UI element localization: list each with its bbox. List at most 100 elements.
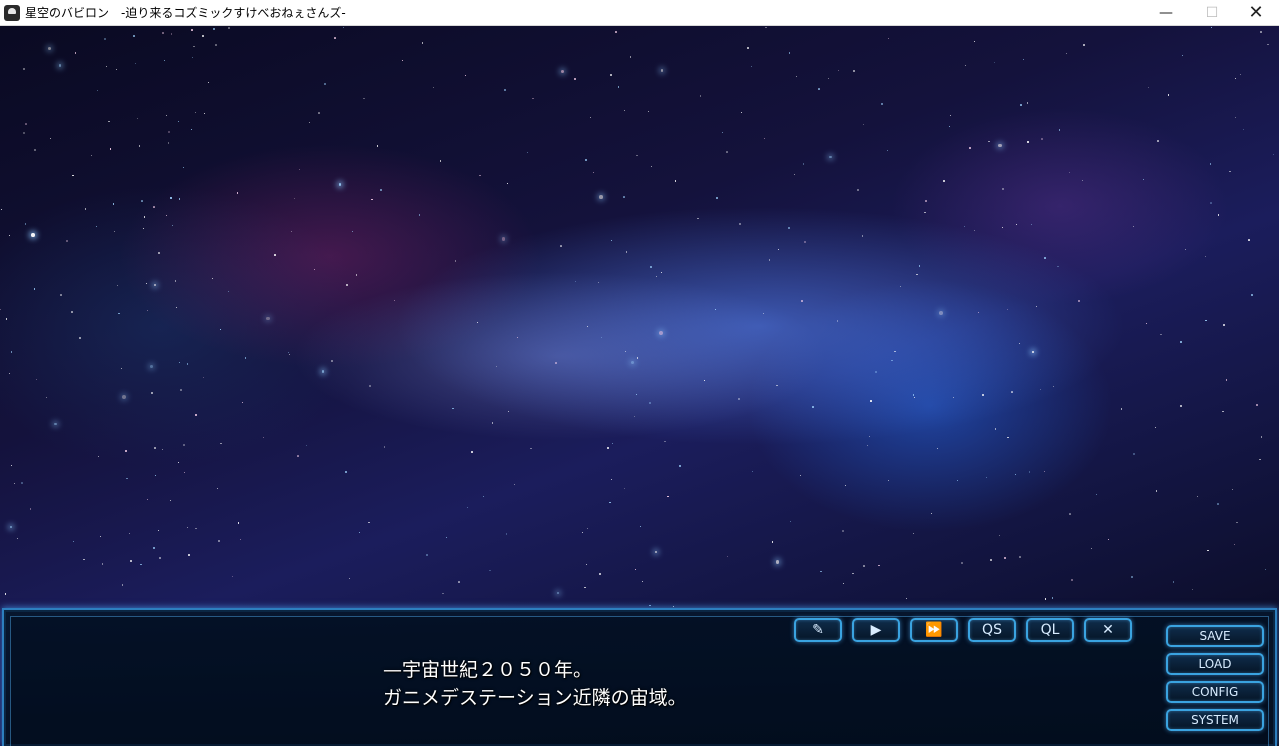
star xyxy=(1019,556,1021,559)
star xyxy=(738,398,741,401)
star xyxy=(803,240,806,243)
star xyxy=(202,376,205,379)
star xyxy=(191,29,193,31)
app-icon xyxy=(4,5,20,21)
star xyxy=(1032,351,1035,354)
star xyxy=(1197,496,1199,498)
star xyxy=(988,140,991,143)
star xyxy=(747,46,749,49)
star xyxy=(740,111,742,114)
star xyxy=(800,474,802,476)
config-button[interactable]: CONFIG xyxy=(1166,681,1264,703)
maximize-button[interactable]: ☐ xyxy=(1189,0,1235,26)
star xyxy=(555,362,557,365)
star xyxy=(878,564,880,567)
save-button[interactable]: SAVE xyxy=(1166,625,1264,647)
star xyxy=(1256,403,1259,406)
star xyxy=(557,592,560,595)
skip-button[interactable]: ⏩ xyxy=(910,618,958,642)
star xyxy=(739,223,741,225)
star xyxy=(458,581,460,583)
star xyxy=(313,268,316,271)
star xyxy=(9,525,13,529)
star xyxy=(586,564,587,566)
star xyxy=(318,112,320,114)
star xyxy=(244,357,247,359)
star xyxy=(611,442,613,444)
star xyxy=(1160,334,1162,336)
star xyxy=(561,69,565,73)
star xyxy=(299,168,301,170)
star xyxy=(24,223,27,225)
star xyxy=(159,557,162,560)
star xyxy=(1167,94,1170,96)
star xyxy=(776,385,778,387)
star xyxy=(170,33,173,36)
auto-play-button[interactable]: ▶ xyxy=(852,618,900,642)
star xyxy=(120,367,123,370)
star xyxy=(433,86,435,88)
star xyxy=(296,455,299,458)
star xyxy=(211,277,213,279)
star xyxy=(863,565,865,567)
star xyxy=(471,451,473,453)
star xyxy=(838,70,840,72)
quick-load-button[interactable]: QL xyxy=(1026,618,1074,642)
star xyxy=(330,359,333,362)
star xyxy=(72,174,74,177)
star xyxy=(10,464,13,467)
star xyxy=(1039,388,1042,391)
star xyxy=(790,521,792,523)
star xyxy=(8,373,10,375)
star xyxy=(1108,538,1110,541)
star xyxy=(965,64,967,66)
star xyxy=(629,56,632,58)
star xyxy=(182,166,184,169)
star xyxy=(957,479,959,482)
quick-save-button[interactable]: QS xyxy=(968,618,1016,642)
star xyxy=(775,560,779,564)
star xyxy=(788,52,791,54)
quick-save-label: QS xyxy=(982,622,1002,638)
star xyxy=(672,605,675,608)
star xyxy=(306,445,308,447)
star xyxy=(138,145,141,147)
star xyxy=(765,26,768,29)
star xyxy=(1272,153,1275,155)
star xyxy=(363,97,365,100)
star xyxy=(1010,391,1013,394)
star xyxy=(95,225,97,227)
star xyxy=(187,363,189,365)
minimize-button[interactable]: — xyxy=(1143,0,1189,26)
star xyxy=(274,254,276,256)
message-window-inner xyxy=(10,616,1269,746)
star xyxy=(477,322,479,324)
star xyxy=(924,211,926,213)
star xyxy=(853,70,856,73)
star xyxy=(1217,503,1219,505)
load-button[interactable]: LOAD xyxy=(1166,653,1264,675)
star xyxy=(105,65,107,67)
system-button[interactable]: SYSTEM xyxy=(1166,709,1264,731)
star xyxy=(334,37,336,39)
star xyxy=(1007,436,1009,438)
star xyxy=(949,114,952,117)
star xyxy=(85,208,87,210)
star xyxy=(153,447,156,450)
star xyxy=(961,562,963,565)
star xyxy=(118,312,120,315)
star xyxy=(195,528,197,530)
star xyxy=(1145,323,1147,324)
star xyxy=(215,43,218,46)
star xyxy=(202,35,205,38)
hide-window-button[interactable]: ✕ xyxy=(1084,618,1132,642)
star xyxy=(504,89,507,92)
star xyxy=(97,455,99,458)
backlog-button[interactable]: ✎ xyxy=(794,618,842,642)
star xyxy=(647,110,649,112)
star xyxy=(155,474,157,477)
close-window-button[interactable]: ✕ xyxy=(1233,0,1279,26)
star xyxy=(635,393,637,395)
star xyxy=(1014,473,1017,476)
star xyxy=(421,41,424,44)
